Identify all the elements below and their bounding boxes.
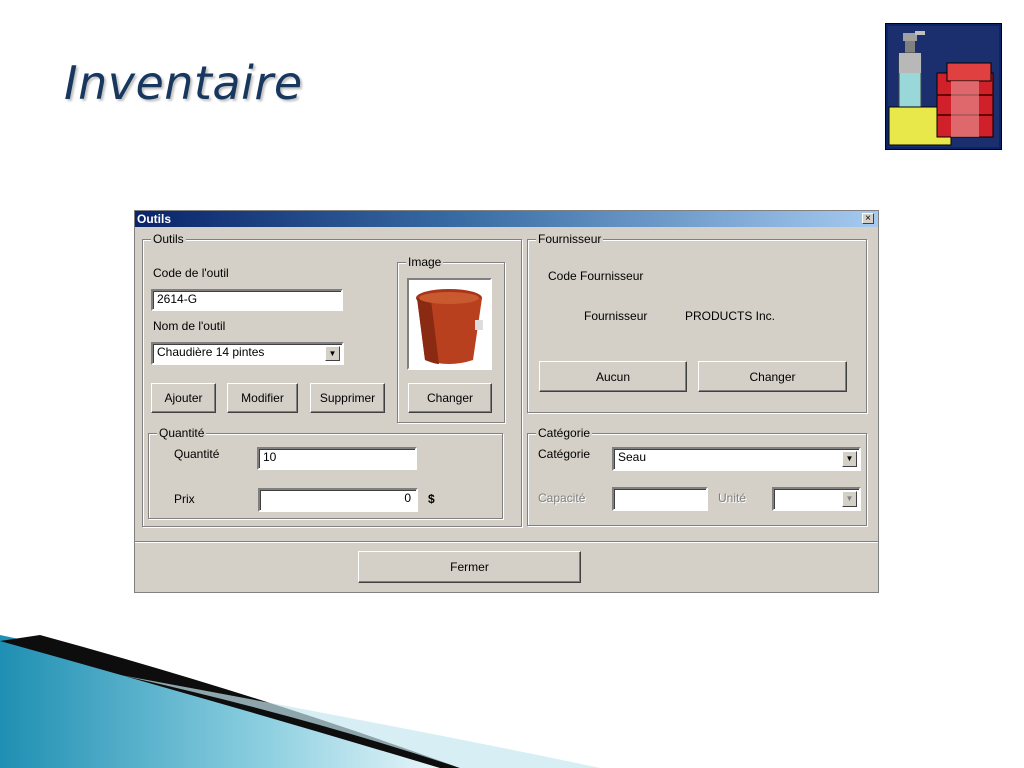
quantity-input[interactable]: 10 [257, 447, 417, 470]
chemical-products-logo-icon [885, 23, 1002, 150]
tool-name-select[interactable]: Chaudière 14 pintes ▼ [151, 342, 344, 365]
dialog-titlebar[interactable]: Outils × [135, 211, 878, 227]
add-button[interactable]: Ajouter [151, 383, 216, 413]
close-icon[interactable]: × [862, 213, 874, 224]
tool-code-input[interactable]: 2614-G [151, 289, 343, 311]
tool-image-frame [407, 278, 492, 370]
slide-title: Inventaire [64, 56, 303, 110]
quantite-group-legend: Quantité [157, 426, 207, 440]
change-image-button[interactable]: Changer [408, 383, 492, 413]
dropdown-arrow-icon[interactable]: ▼ [842, 491, 857, 507]
no-supplier-button[interactable]: Aucun [539, 361, 687, 392]
dialog-separator [135, 541, 878, 543]
category-label: Catégorie [538, 447, 591, 461]
currency-symbol: $ [428, 492, 435, 506]
category-value: Seau [618, 450, 647, 464]
quantity-label: Quantité [174, 447, 220, 461]
bucket-image-icon [416, 289, 483, 364]
tool-name-value: Chaudière 14 pintes [157, 345, 265, 359]
supplier-label: Fournisseur [584, 309, 648, 323]
dialog-title: Outils [137, 212, 172, 226]
modify-button[interactable]: Modifier [227, 383, 298, 413]
capacity-label: Capacité [538, 491, 586, 505]
category-select[interactable]: Seau ▼ [612, 447, 861, 471]
change-supplier-button[interactable]: Changer [698, 361, 847, 392]
unit-select[interactable]: ▼ [772, 487, 861, 511]
image-group-legend: Image [406, 255, 444, 269]
unit-label: Unité [718, 491, 747, 505]
tool-code-label: Code de l'outil [153, 266, 229, 280]
supplier-code-label: Code Fournisseur [548, 269, 644, 283]
categorie-group-legend: Catégorie [536, 426, 593, 440]
decorative-swoosh [0, 635, 600, 768]
capacity-input[interactable] [612, 487, 708, 511]
fournisseur-group-legend: Fournisseur [536, 232, 604, 246]
close-dialog-button[interactable]: Fermer [358, 551, 581, 583]
tool-name-label: Nom de l'outil [153, 319, 226, 333]
delete-button[interactable]: Supprimer [310, 383, 385, 413]
outils-dialog: Outils × Outils Code de l'outil 2614-G N… [134, 210, 879, 593]
supplier-value: PRODUCTS Inc. [685, 309, 776, 323]
price-input[interactable]: 0 [258, 488, 418, 512]
outils-group-legend: Outils [151, 232, 186, 246]
price-label: Prix [174, 492, 195, 506]
dropdown-arrow-icon[interactable]: ▼ [842, 451, 857, 467]
dropdown-arrow-icon[interactable]: ▼ [325, 346, 340, 361]
